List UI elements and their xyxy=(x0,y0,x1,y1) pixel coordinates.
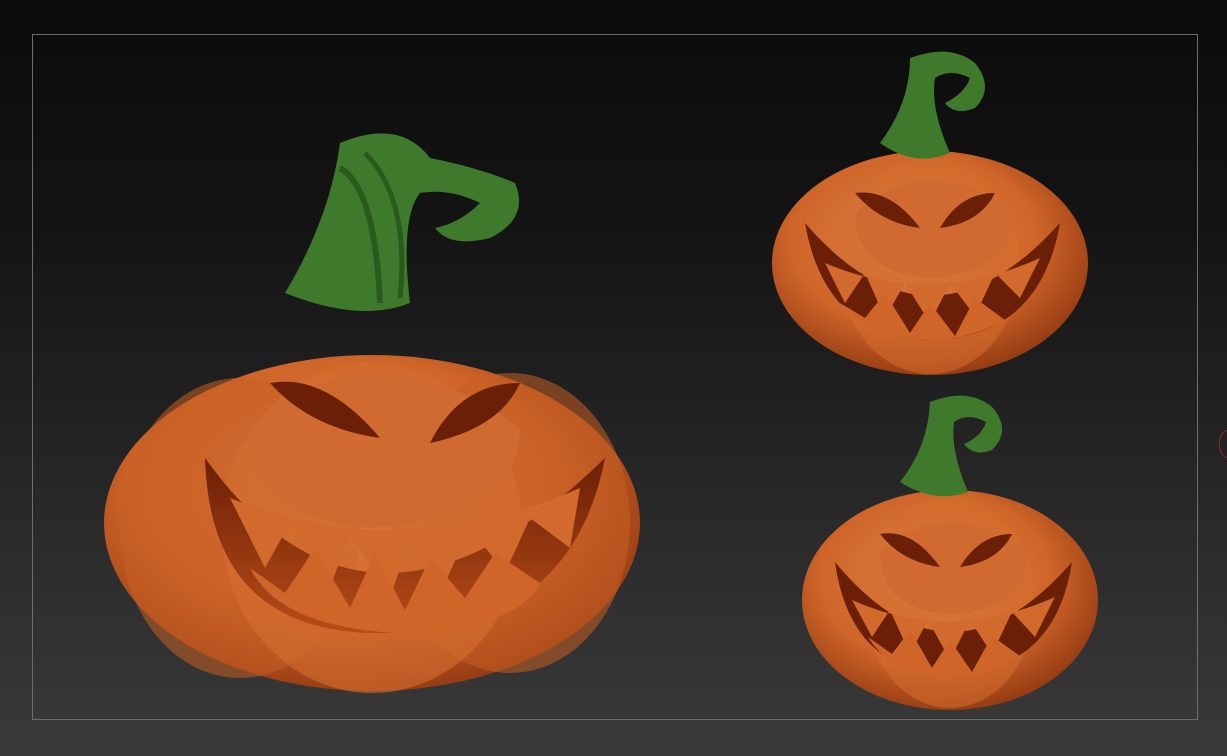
small-pumpkin-bottom-model[interactable] xyxy=(800,392,1102,712)
sculpt-viewport[interactable] xyxy=(0,0,1227,756)
large-pumpkin-model[interactable] xyxy=(100,128,650,693)
edge-circle-marker xyxy=(1219,430,1227,458)
small-pumpkin-top-model[interactable] xyxy=(770,48,1092,378)
